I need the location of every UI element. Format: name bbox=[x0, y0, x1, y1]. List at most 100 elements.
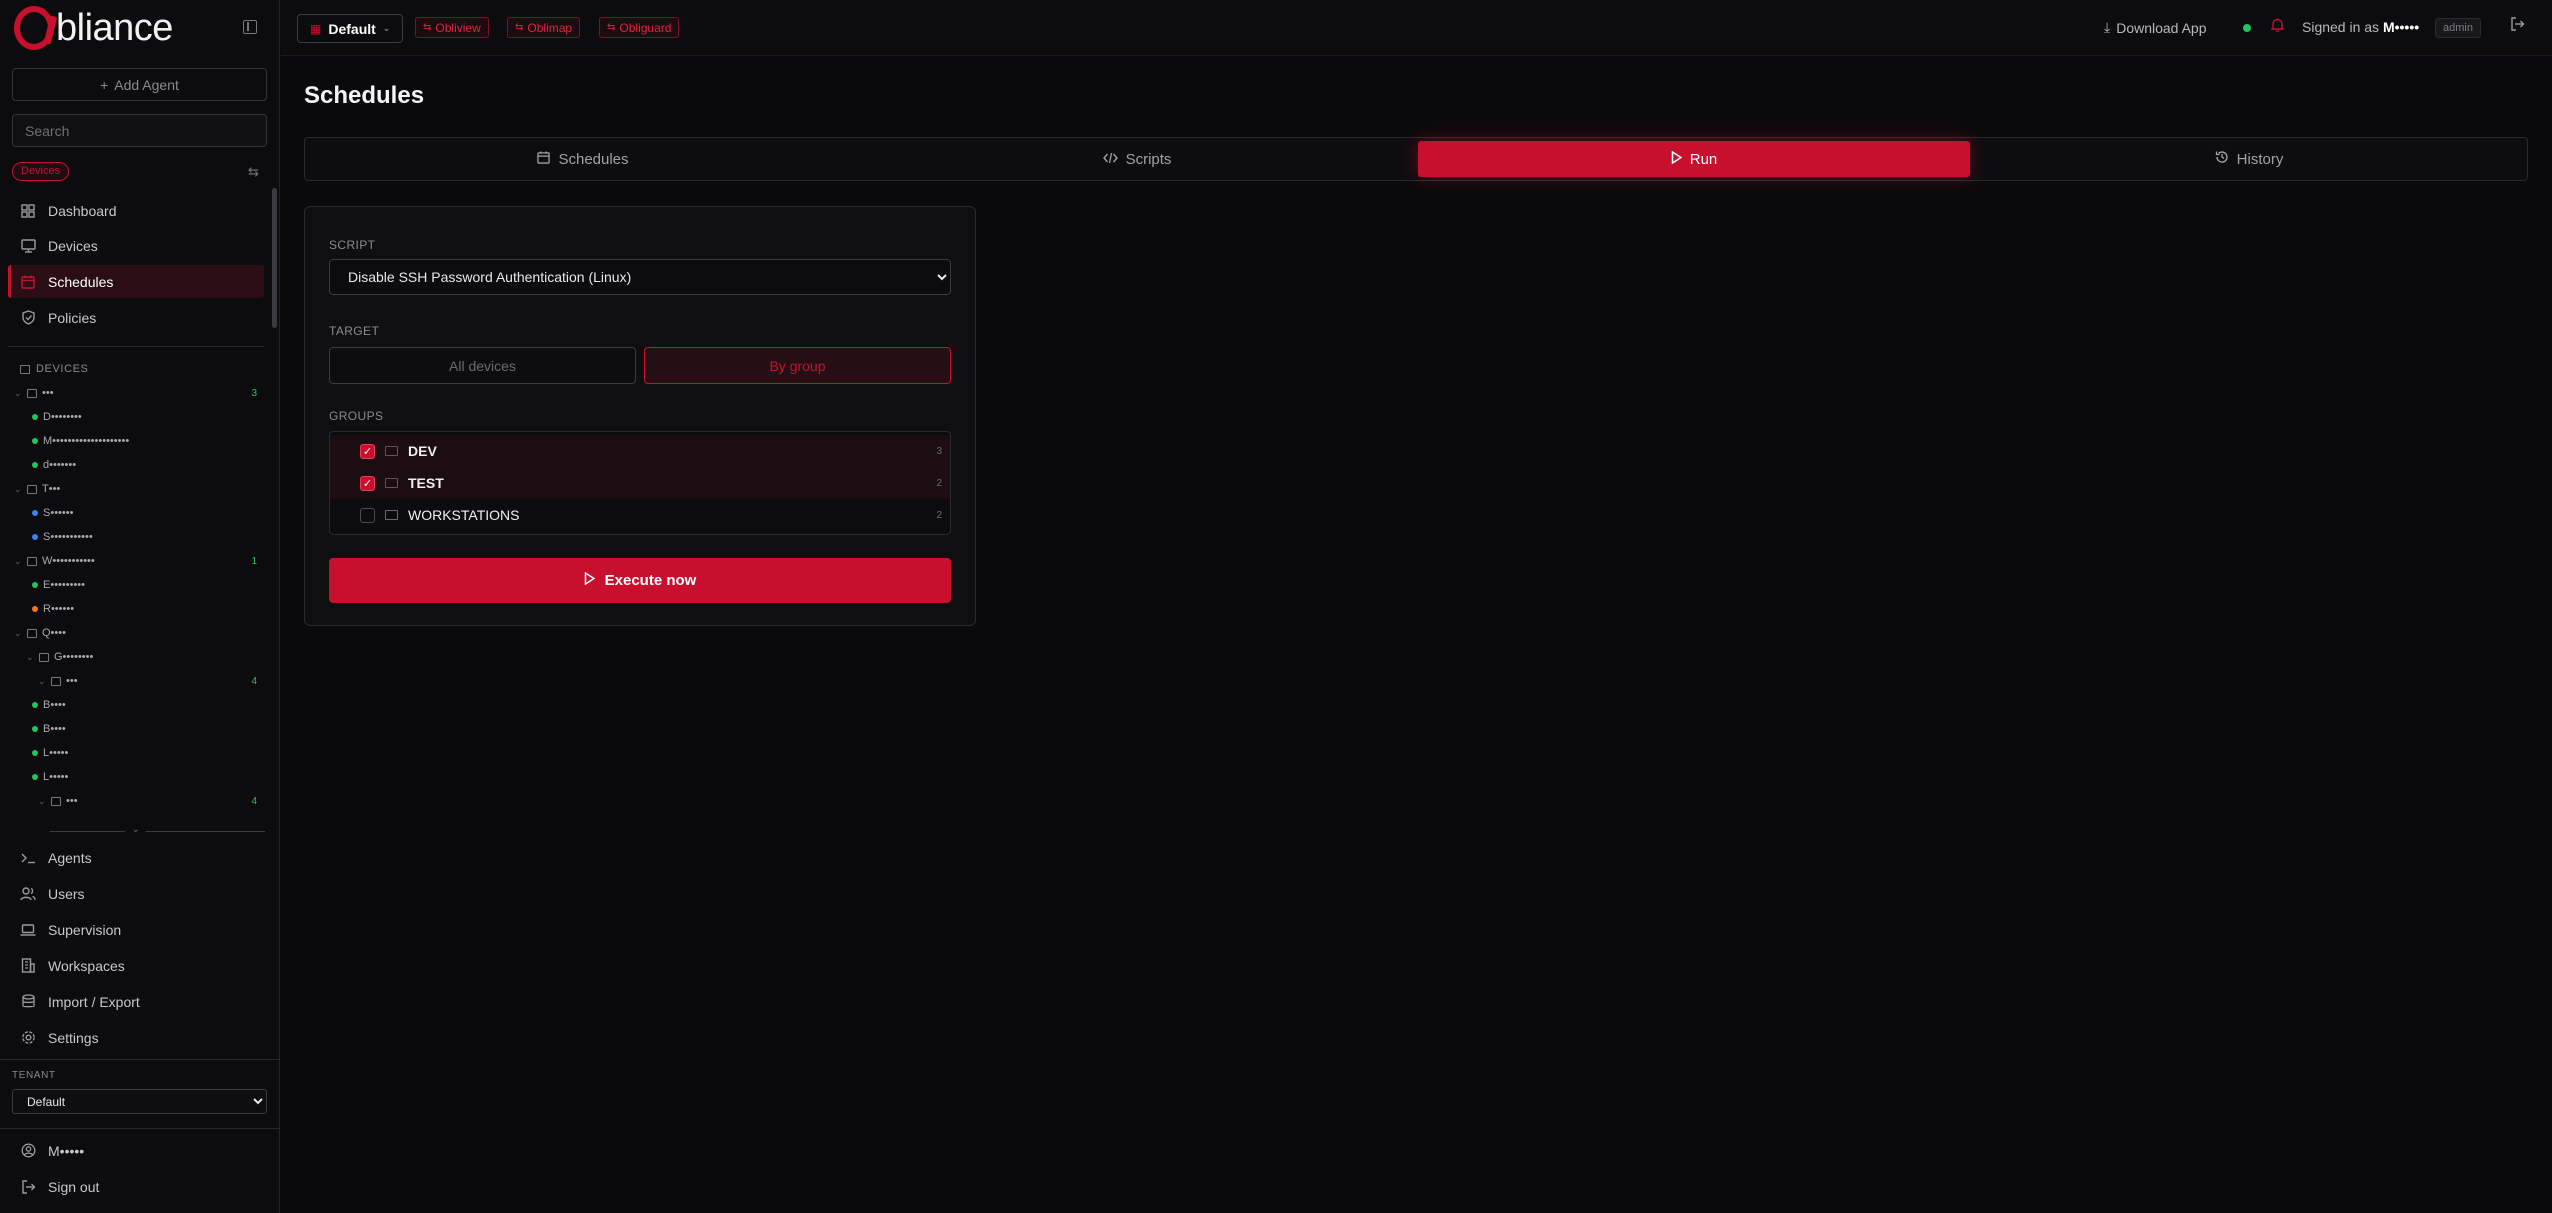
sign-out-icon bbox=[20, 1179, 36, 1195]
target-all-devices-button[interactable]: All devices bbox=[329, 347, 636, 384]
laptop-icon bbox=[20, 922, 36, 938]
server-icon bbox=[51, 796, 61, 806]
signed-in-text: Signed in as M••••• bbox=[2302, 19, 2420, 35]
checkbox-test[interactable]: ✓ bbox=[360, 475, 375, 491]
checkbox-dev[interactable]: ✓ bbox=[360, 443, 375, 459]
user-profile-link[interactable]: M••••• bbox=[8, 1134, 264, 1167]
server-icon bbox=[27, 484, 37, 494]
group-row-dev[interactable]: ✓ DEV 3 bbox=[330, 435, 950, 467]
sidebar-item-users[interactable]: Users bbox=[8, 877, 264, 910]
tree-device[interactable]: R•••••• bbox=[32, 598, 287, 620]
tree-device[interactable]: L••••• bbox=[32, 766, 287, 788]
server-icon bbox=[27, 388, 37, 398]
devices-filter-chip[interactable]: Devices bbox=[12, 162, 70, 181]
sidebar-item-workspaces[interactable]: Workspaces bbox=[8, 949, 264, 982]
tab-run[interactable]: Run bbox=[1418, 141, 1970, 177]
tenant-select[interactable]: Default bbox=[12, 1089, 267, 1114]
status-online-icon bbox=[32, 414, 38, 420]
server-icon bbox=[20, 364, 30, 374]
building-icon bbox=[20, 958, 36, 974]
chevron-down-icon: ⌄ bbox=[14, 387, 22, 398]
tree-group[interactable]: ⌄ T••• bbox=[14, 478, 269, 500]
status-online-icon bbox=[32, 582, 38, 588]
status-online-icon bbox=[32, 462, 38, 468]
dashboard-icon bbox=[20, 203, 36, 219]
add-agent-button[interactable]: + Add Agent bbox=[12, 68, 267, 101]
user-circle-icon bbox=[20, 1143, 36, 1159]
sidebar-collapse-icon[interactable] bbox=[243, 20, 257, 34]
divider bbox=[0, 1059, 280, 1060]
workspace-selector[interactable]: ▦ Default ⌄ bbox=[297, 14, 404, 43]
divider bbox=[0, 1128, 280, 1129]
app-link-obliview[interactable]: ⇆ Obliview bbox=[415, 17, 489, 38]
chevron-down-icon: ⌄ bbox=[38, 795, 46, 806]
calendar-icon bbox=[20, 274, 36, 290]
sidebar-scrollbar[interactable] bbox=[272, 188, 277, 328]
sidebar-item-settings[interactable]: Settings bbox=[8, 1021, 264, 1054]
chevron-down-icon: ⌄ bbox=[14, 627, 22, 638]
shield-icon bbox=[20, 310, 36, 326]
folder-icon bbox=[385, 510, 398, 520]
play-icon bbox=[584, 571, 596, 589]
divider bbox=[50, 831, 125, 832]
tree-device[interactable]: D•••••••• bbox=[32, 406, 287, 428]
divider bbox=[8, 346, 264, 347]
tree-group[interactable]: ⌄ ••• 3 bbox=[14, 382, 269, 404]
sidebar-item-import-export[interactable]: Import / Export bbox=[8, 985, 264, 1018]
divider bbox=[146, 831, 265, 832]
sidebar-item-label: Schedules bbox=[48, 273, 114, 290]
sidebar-item-label: Dashboard bbox=[48, 202, 117, 219]
tree-collapse-toggle[interactable]: ⌄ bbox=[50, 824, 265, 836]
tree-device[interactable]: d••••••• bbox=[32, 454, 287, 476]
sidebar-item-supervision[interactable]: Supervision bbox=[8, 913, 264, 946]
status-online-icon bbox=[32, 774, 38, 780]
sidebar-item-devices[interactable]: Devices bbox=[8, 229, 264, 262]
obliance-logo[interactable]: bliance bbox=[14, 6, 173, 50]
app-link-oblimap[interactable]: ⇆ Oblimap bbox=[507, 17, 581, 38]
tree-device[interactable]: M•••••••••••••••••••• bbox=[32, 430, 287, 452]
tab-scripts[interactable]: Scripts bbox=[861, 141, 1413, 177]
tree-group[interactable]: ⌄ W••••••••••• 1 bbox=[14, 550, 269, 572]
sidebar-item-label: Policies bbox=[48, 309, 97, 326]
target-by-group-button[interactable]: By group bbox=[644, 347, 951, 384]
search-input[interactable] bbox=[12, 114, 267, 147]
devices-section-label: DEVICES bbox=[20, 363, 89, 375]
tree-group[interactable]: ⌄ Q•••• bbox=[14, 622, 269, 644]
download-app-link[interactable]: ⤓ Download App bbox=[2104, 19, 2207, 36]
group-row-test[interactable]: ✓ TEST 2 bbox=[330, 467, 950, 499]
tree-group[interactable]: ⌄ G•••••••• bbox=[26, 646, 281, 668]
chevron-down-icon: ⌄ bbox=[132, 824, 140, 834]
sidebar-item-agents[interactable]: Agents bbox=[8, 841, 264, 874]
logout-icon[interactable] bbox=[2510, 17, 2525, 36]
status-dot-icon bbox=[32, 510, 38, 516]
sidebar-item-policies[interactable]: Policies bbox=[8, 301, 264, 334]
tree-device[interactable]: S••••••••••• bbox=[32, 526, 287, 548]
status-online-icon bbox=[32, 438, 38, 444]
checkbox-workstations[interactable] bbox=[360, 507, 375, 523]
swap-icon[interactable]: ⇆ bbox=[248, 164, 259, 180]
tree-device[interactable]: L••••• bbox=[32, 742, 287, 764]
add-agent-label: Add Agent bbox=[114, 76, 179, 93]
tree-device[interactable]: E••••••••• bbox=[32, 574, 287, 596]
execute-now-button[interactable]: Execute now bbox=[329, 558, 951, 603]
sidebar-item-dashboard[interactable]: Dashboard bbox=[8, 194, 264, 227]
gear-icon bbox=[20, 1030, 36, 1046]
terminal-icon bbox=[20, 850, 36, 866]
group-row-workstations[interactable]: WORKSTATIONS 2 bbox=[330, 499, 950, 531]
chevron-down-icon: ⌄ bbox=[38, 675, 46, 686]
sign-out-button[interactable]: Sign out bbox=[8, 1170, 264, 1203]
app-link-obliguard[interactable]: ⇆ Obliguard bbox=[599, 17, 680, 38]
tab-schedules[interactable]: Schedules bbox=[309, 141, 857, 177]
script-label: SCRIPT bbox=[329, 238, 376, 252]
script-select[interactable]: Disable SSH Password Authentication (Lin… bbox=[329, 259, 951, 295]
logo-o-icon bbox=[14, 6, 54, 50]
tree-group[interactable]: ⌄ ••• 4 bbox=[38, 790, 293, 812]
tree-device[interactable]: B•••• bbox=[32, 718, 287, 740]
tab-history[interactable]: History bbox=[1975, 141, 2523, 177]
bell-icon[interactable] bbox=[2270, 18, 2285, 35]
tree-device[interactable]: S•••••• bbox=[32, 502, 287, 524]
tree-device[interactable]: B•••• bbox=[32, 694, 287, 716]
folder-icon bbox=[385, 478, 398, 488]
sidebar-item-schedules[interactable]: Schedules bbox=[8, 265, 264, 298]
tree-group[interactable]: ⌄ ••• 4 bbox=[38, 670, 293, 692]
